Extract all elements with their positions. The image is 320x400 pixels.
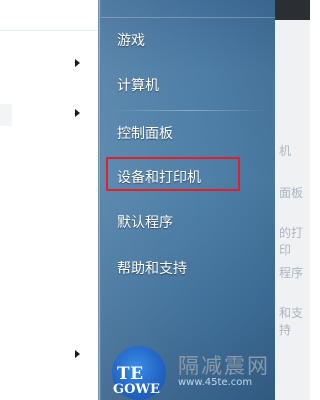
menu-item-computer[interactable]: 计算机 xyxy=(117,77,159,95)
background-text: 的打印 xyxy=(279,226,304,257)
menu-item-default-programs[interactable]: 默认程序 xyxy=(117,214,173,232)
submenu-arrow-icon[interactable] xyxy=(75,59,80,67)
background-text: 和支持 xyxy=(279,306,304,337)
program-list-pane xyxy=(0,0,98,400)
submenu-arrow-icon[interactable] xyxy=(75,350,80,358)
menu-item-help-and-support[interactable]: 帮助和支持 xyxy=(117,260,187,278)
watermark-url: www.45te.com xyxy=(178,377,253,388)
background-text: 面板 xyxy=(279,186,304,200)
background-window: 机 面板 的打印 程序 和支持 xyxy=(275,0,310,400)
divider xyxy=(101,17,275,18)
watermark-site-name: 隔减震网 xyxy=(178,354,270,378)
menu-separator xyxy=(109,110,269,111)
watermark-logo-subtext: GOWE xyxy=(113,382,160,397)
watermark-logo-text: TE xyxy=(117,364,144,384)
divider xyxy=(0,30,98,31)
submenu-arrow-icon[interactable] xyxy=(75,109,80,117)
menu-item-control-panel[interactable]: 控制面板 xyxy=(117,125,173,143)
menu-item-games[interactable]: 游戏 xyxy=(117,32,145,50)
background-text: 机 xyxy=(279,144,292,158)
screenshot-stage: 游戏 计算机 控制面板 设备和打印机 默认程序 帮助和支持 机 面板 的打印 程… xyxy=(0,0,310,400)
list-item[interactable] xyxy=(0,104,12,126)
window-titlebar xyxy=(275,0,310,20)
background-text: 程序 xyxy=(279,266,304,280)
highlight-annotation-box xyxy=(106,157,240,191)
start-menu-right-pane: 游戏 计算机 控制面板 设备和打印机 默认程序 帮助和支持 xyxy=(101,0,275,400)
